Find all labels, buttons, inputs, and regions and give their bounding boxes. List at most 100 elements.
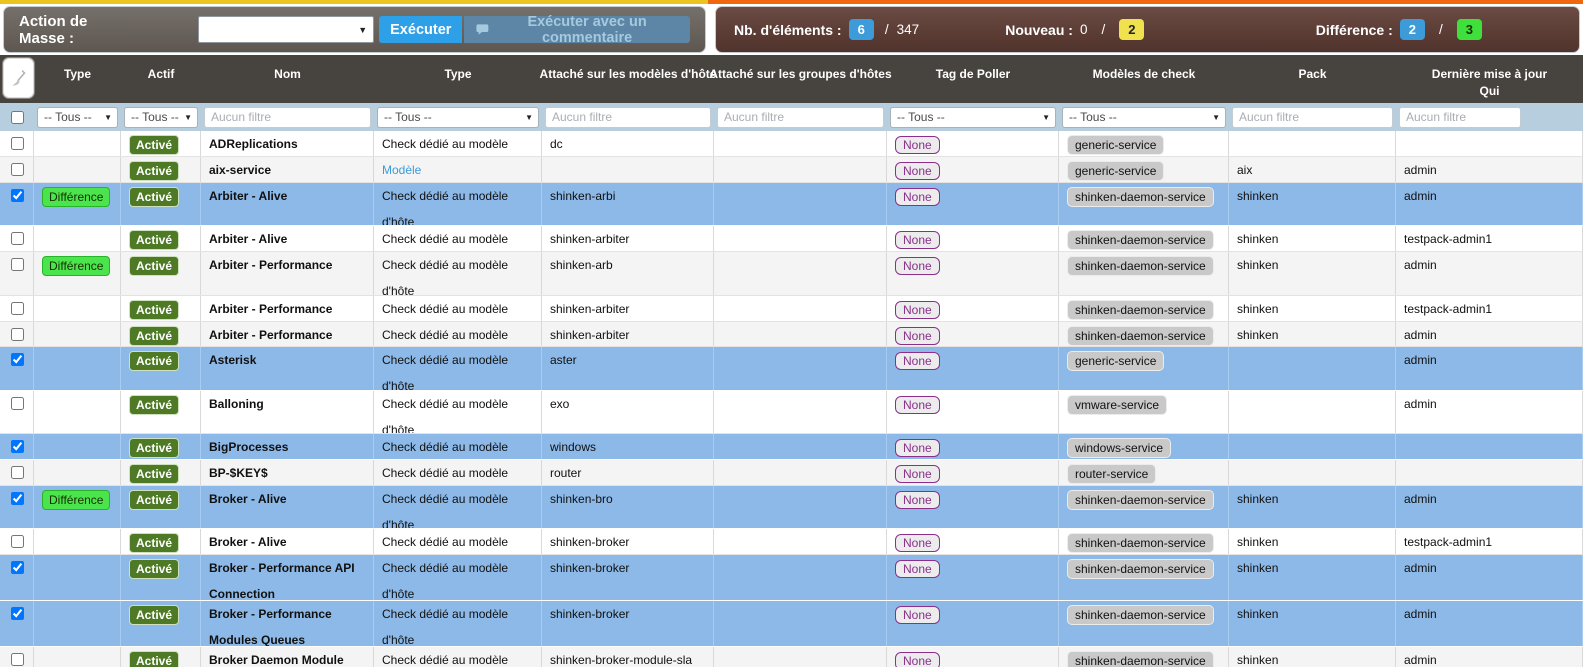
service-type: Check dédié au modèle d'hôte [374, 391, 542, 433]
row-select-checkbox[interactable] [11, 163, 24, 176]
row-type-badge-cell: Différence [34, 183, 121, 225]
poller-tag-badge: None [895, 439, 940, 457]
row-select-checkbox[interactable] [11, 137, 24, 150]
row-select-checkbox[interactable] [11, 466, 24, 479]
check-template-cell: shinken-daemon-service [1059, 226, 1229, 251]
row-select-checkbox[interactable] [11, 232, 24, 245]
service-type: Check dédié au modèle d'hôte [374, 460, 542, 485]
active-badge: Activé [129, 395, 179, 415]
filter-actif-select-value: -- Tous -- [131, 110, 179, 124]
row-checkbox-cell [0, 347, 34, 390]
row-select-checkbox[interactable] [11, 258, 24, 271]
qui [1396, 131, 1583, 156]
row-select-checkbox[interactable] [11, 561, 24, 574]
row-type-badge-cell [34, 601, 121, 646]
table-row: ActivéBroker - Performance Modules Queue… [0, 601, 1583, 647]
filter-actif-select[interactable]: -- Tous -- ▼ [124, 107, 198, 128]
filter-poller-tag-select[interactable]: -- Tous -- ▼ [890, 107, 1056, 128]
qui: testpack-admin1 [1396, 296, 1583, 321]
check-template-cell: shinken-daemon-service [1059, 601, 1229, 646]
pack: shinken [1229, 183, 1396, 225]
row-type-badge-cell [34, 322, 121, 346]
pack: shinken [1229, 529, 1396, 554]
service-name: Broker - Performance API Connection [201, 555, 374, 600]
row-type-badge-cell [34, 157, 121, 182]
filter-nom-input[interactable] [204, 107, 371, 128]
host-groups [714, 183, 887, 225]
filter-cell-host-template [542, 107, 714, 128]
service-name: Arbiter - Alive [201, 183, 374, 225]
active-badge: Activé [129, 161, 179, 181]
mass-action-select[interactable]: ▼ [198, 16, 374, 43]
check-template-badge: shinken-daemon-service [1067, 187, 1214, 207]
host-groups [714, 296, 887, 321]
row-select-checkbox[interactable] [11, 302, 24, 315]
qui [1396, 460, 1583, 485]
row-select-checkbox[interactable] [11, 397, 24, 410]
row-actif-cell: Activé [121, 529, 201, 554]
row-select-checkbox[interactable] [11, 328, 24, 341]
difference-current-badge: 2 [1400, 19, 1425, 40]
host-groups [714, 647, 887, 667]
filter-pack-input[interactable] [1232, 107, 1393, 128]
filter-check-template-select[interactable]: -- Tous -- ▼ [1062, 107, 1226, 128]
active-badge: Activé [129, 135, 179, 155]
execute-button[interactable]: Exécuter [379, 16, 462, 43]
pack [1229, 434, 1396, 459]
pack [1229, 131, 1396, 156]
row-select-checkbox[interactable] [11, 653, 24, 666]
filter-type-select[interactable]: -- Tous -- ▼ [37, 107, 118, 128]
header-last-update-label: Dernière mise à jour [1432, 66, 1547, 83]
clear-filters-button[interactable] [3, 58, 34, 98]
filter-host-groups-input[interactable] [717, 107, 884, 128]
host-groups [714, 601, 887, 646]
qui: admin [1396, 252, 1583, 295]
filter-type2-select[interactable]: -- Tous -- ▼ [377, 107, 539, 128]
service-type-link[interactable]: Modèle [382, 163, 421, 177]
row-type-badge-cell: Différence [34, 252, 121, 295]
qui: admin [1396, 322, 1583, 346]
qui: admin [1396, 555, 1583, 600]
service-name: Asterisk [201, 347, 374, 390]
difference-count-label: Différence : [1316, 22, 1393, 38]
poller-tag-cell: None [887, 601, 1059, 646]
poller-tag-badge: None [895, 652, 940, 667]
header-type: Type [374, 55, 542, 103]
active-badge: Activé [129, 300, 179, 320]
accent-strip-orange [708, 0, 1583, 4]
qui: admin [1396, 183, 1583, 225]
filter-host-template-input[interactable] [545, 107, 711, 128]
filter-poller-tag-select-value: -- Tous -- [897, 110, 945, 124]
chevron-down-icon: ▼ [525, 113, 533, 122]
service-name: Broker - Alive [201, 529, 374, 554]
row-select-checkbox[interactable] [11, 189, 24, 202]
check-template-cell: generic-service [1059, 131, 1229, 156]
host-template: dc [542, 131, 714, 156]
filter-qui-input[interactable] [1399, 107, 1521, 128]
comment-bubble-icon [476, 23, 489, 36]
execute-with-comment-button[interactable]: Exécuter avec un commentaire [464, 16, 690, 43]
filter-cell-type-badge: -- Tous -- ▼ [34, 107, 121, 128]
service-type: Check dédié au modèle d'hôte [374, 183, 542, 225]
check-template-cell: shinken-daemon-service [1059, 486, 1229, 528]
row-select-checkbox[interactable] [11, 535, 24, 548]
check-template-cell: windows-service [1059, 434, 1229, 459]
check-template-cell: shinken-daemon-service [1059, 296, 1229, 321]
host-template: exo [542, 391, 714, 433]
row-select-checkbox[interactable] [11, 440, 24, 453]
row-select-checkbox[interactable] [11, 607, 24, 620]
poller-tag-cell: None [887, 460, 1059, 485]
select-all-checkbox[interactable] [11, 111, 24, 124]
row-select-checkbox[interactable] [11, 492, 24, 505]
poller-tag-badge: None [895, 136, 940, 154]
row-checkbox-cell [0, 252, 34, 295]
difference-count-group: Différence : 2 / 3 [1316, 19, 1489, 40]
row-type-badge-cell [34, 347, 121, 390]
row-type-badge-cell [34, 131, 121, 156]
poller-tag-badge: None [895, 560, 940, 578]
qui: admin [1396, 647, 1583, 667]
poller-tag-cell: None [887, 252, 1059, 295]
row-actif-cell: Activé [121, 322, 201, 346]
row-select-checkbox[interactable] [11, 353, 24, 366]
check-template-badge: shinken-daemon-service [1067, 533, 1214, 553]
